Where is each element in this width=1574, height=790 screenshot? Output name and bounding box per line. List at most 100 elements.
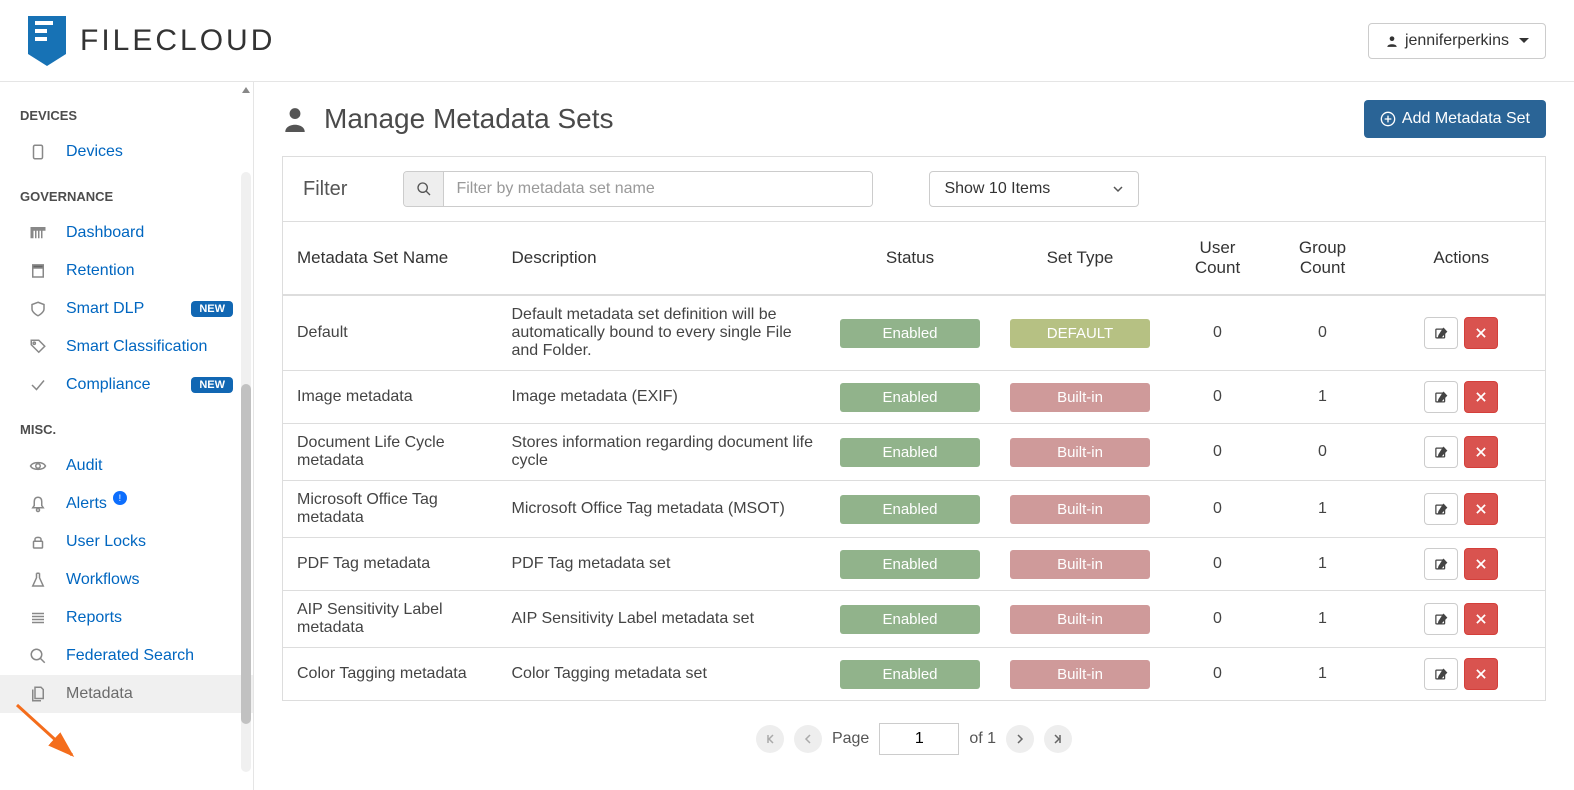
column-header: Description: [498, 222, 828, 295]
cell-name: Default: [283, 295, 498, 371]
sidebar-item-user-locks[interactable]: User Locks: [0, 523, 253, 561]
filter-input[interactable]: [444, 172, 872, 206]
delete-button[interactable]: [1464, 603, 1498, 635]
delete-button[interactable]: [1464, 493, 1498, 525]
page-first-button[interactable]: [756, 725, 784, 753]
edit-button[interactable]: [1424, 317, 1458, 349]
sidebar-item-compliance[interactable]: ComplianceNEW: [0, 366, 253, 404]
sidebar-scrollbar[interactable]: [241, 84, 253, 790]
sidebar-item-label: Federated Search: [66, 647, 194, 665]
sidebar-section-label: DEVICES: [0, 90, 253, 133]
cell-user-count: 0: [1168, 591, 1268, 648]
cell-user-count: 0: [1168, 371, 1268, 424]
cell-type: Built-in: [993, 481, 1168, 538]
cell-name: Microsoft Office Tag metadata: [283, 481, 498, 538]
flask-icon: [28, 571, 48, 589]
new-badge: NEW: [191, 377, 233, 393]
type-badge: Built-in: [1010, 438, 1150, 467]
edit-button[interactable]: [1424, 658, 1458, 690]
cell-group-count: 0: [1268, 295, 1378, 371]
caret-down-icon: [1519, 38, 1529, 43]
sidebar-item-retention[interactable]: Retention: [0, 252, 253, 290]
page-next-button[interactable]: [1006, 725, 1034, 753]
sidebar-item-label: Audit: [66, 457, 102, 475]
sidebar-item-audit[interactable]: Audit: [0, 447, 253, 485]
cell-actions: [1378, 538, 1546, 591]
cell-user-count: 0: [1168, 648, 1268, 701]
close-icon: [1474, 390, 1488, 404]
sidebar-item-devices[interactable]: Devices: [0, 133, 253, 171]
sidebar-item-smart-dlp[interactable]: Smart DLPNEW: [0, 290, 253, 328]
chevron-down-icon: [1112, 183, 1124, 195]
page-prev-button[interactable]: [794, 725, 822, 753]
first-icon: [764, 733, 776, 745]
cell-type: Built-in: [993, 538, 1168, 591]
delete-button[interactable]: [1464, 658, 1498, 690]
cell-status: Enabled: [828, 295, 993, 371]
lines-icon: [28, 609, 48, 627]
sidebar-item-reports[interactable]: Reports: [0, 599, 253, 637]
sidebar-item-metadata[interactable]: Metadata: [0, 675, 253, 713]
delete-button[interactable]: [1464, 317, 1498, 349]
type-badge: Built-in: [1010, 550, 1150, 579]
sidebar-item-label: Smart DLP: [66, 300, 144, 318]
sidebar-item-label: Retention: [66, 262, 135, 280]
cell-status: Enabled: [828, 648, 993, 701]
close-icon: [1474, 612, 1488, 626]
sidebar-item-label: Metadata: [66, 685, 133, 703]
scrollbar-thumb[interactable]: [241, 384, 251, 724]
scroll-up-icon: [240, 84, 252, 96]
user-icon: [1385, 34, 1399, 48]
annotation-arrow: [1294, 82, 1374, 98]
sidebar-section-label: MISC.: [0, 404, 253, 447]
bell-icon: [28, 495, 48, 513]
cell-actions: [1378, 424, 1546, 481]
delete-button[interactable]: [1464, 436, 1498, 468]
notification-badge: !: [113, 491, 127, 505]
page-header: Manage Metadata Sets Add Metadata Set: [282, 100, 1546, 138]
sidebar-item-dashboard[interactable]: Dashboard: [0, 214, 253, 252]
cell-group-count: 1: [1268, 591, 1378, 648]
cell-description: Default metadata set definition will be …: [498, 295, 828, 371]
delete-button[interactable]: [1464, 381, 1498, 413]
delete-button[interactable]: [1464, 548, 1498, 580]
edit-button[interactable]: [1424, 436, 1458, 468]
edit-button[interactable]: [1424, 381, 1458, 413]
sidebar-item-label: User Locks: [66, 533, 146, 551]
sidebar-item-federated-search[interactable]: Federated Search: [0, 637, 253, 675]
cell-description: Color Tagging metadata set: [498, 648, 828, 701]
edit-button[interactable]: [1424, 603, 1458, 635]
edit-button[interactable]: [1424, 548, 1458, 580]
type-badge: Built-in: [1010, 495, 1150, 524]
cell-user-count: 0: [1168, 481, 1268, 538]
tag-icon: [28, 338, 48, 356]
show-items-select[interactable]: Show 10 Items: [929, 171, 1139, 207]
cell-group-count: 0: [1268, 424, 1378, 481]
topbar: FILECLOUD jenniferperkins: [0, 0, 1574, 82]
page-label: Page: [832, 730, 869, 748]
cell-type: Built-in: [993, 648, 1168, 701]
cell-group-count: 1: [1268, 538, 1378, 591]
sidebar-item-alerts[interactable]: Alerts!: [0, 485, 253, 523]
add-metadata-set-button[interactable]: Add Metadata Set: [1364, 100, 1546, 138]
page-last-button[interactable]: [1044, 725, 1072, 753]
sidebar: DEVICESDevicesGOVERNANCEDashboardRetenti…: [0, 82, 254, 790]
edit-button[interactable]: [1424, 493, 1458, 525]
sidebar-item-label: Dashboard: [66, 224, 144, 242]
close-icon: [1474, 557, 1488, 571]
cell-type: Built-in: [993, 591, 1168, 648]
sidebar-item-smart-classification[interactable]: Smart Classification: [0, 328, 253, 366]
user-menu[interactable]: jenniferperkins: [1368, 23, 1546, 59]
status-badge: Enabled: [840, 438, 980, 467]
column-header: User Count: [1168, 222, 1268, 295]
plus-circle-icon: [1380, 111, 1396, 127]
sidebar-item-workflows[interactable]: Workflows: [0, 561, 253, 599]
edit-icon: [1434, 326, 1449, 341]
cell-description: AIP Sensitivity Label metadata set: [498, 591, 828, 648]
main-content: Manage Metadata Sets Add Metadata Set Fi…: [254, 82, 1574, 790]
logo: FILECLOUD: [28, 16, 275, 66]
cell-name: AIP Sensitivity Label metadata: [283, 591, 498, 648]
cell-status: Enabled: [828, 538, 993, 591]
page-input[interactable]: [879, 723, 959, 755]
pagination: Page of 1: [282, 701, 1546, 765]
